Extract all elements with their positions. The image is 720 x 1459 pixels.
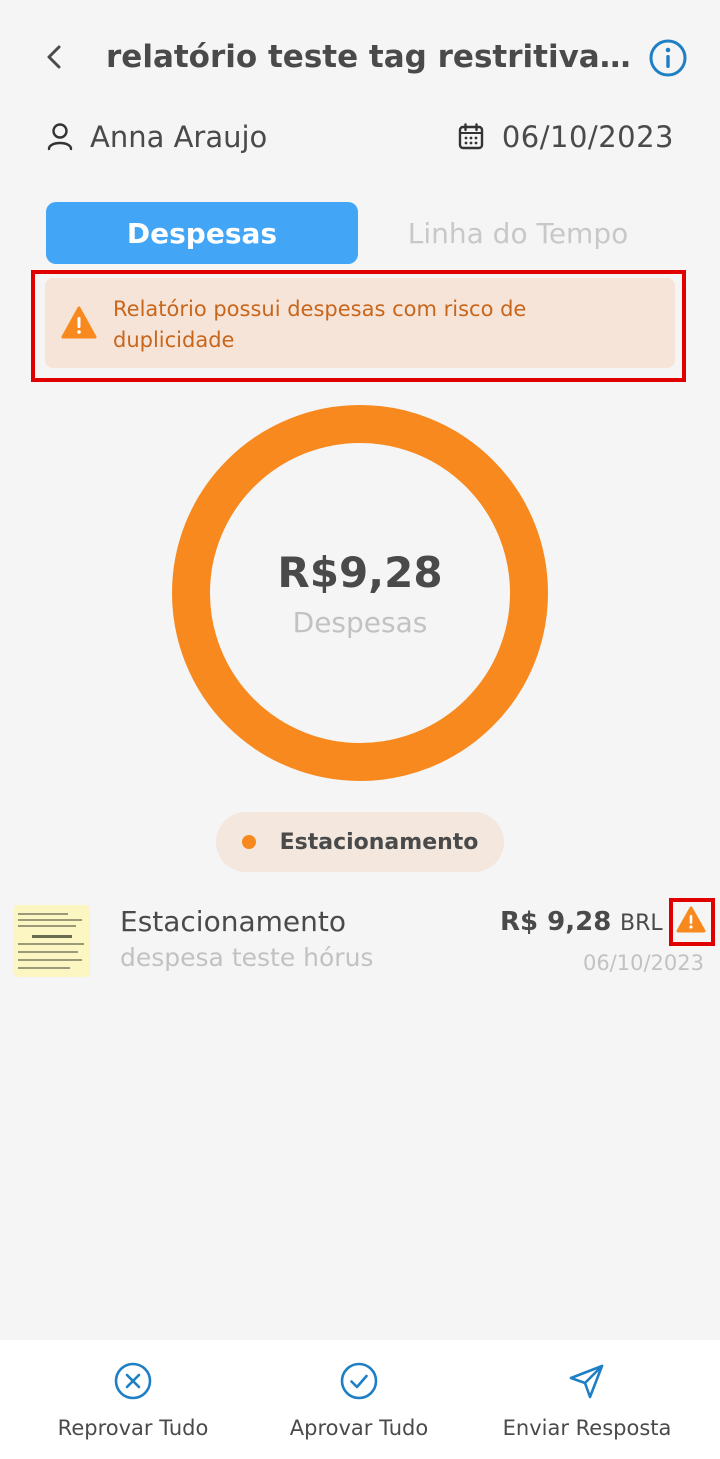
approve-all-label: Aprovar Tudo [289, 1416, 429, 1440]
tab-bar: Despesas Linha do Tempo [46, 202, 674, 264]
warning-icon [61, 306, 97, 339]
date-value: 06/10/2023 [501, 120, 674, 154]
send-icon [569, 1364, 604, 1399]
duplicity-alert: Relatório possui despesas com risco de d… [45, 278, 675, 368]
tab-linha-do-tempo[interactable]: Linha do Tempo [362, 202, 674, 264]
legend-label: Estacionamento [279, 829, 479, 855]
report-meta: Anna Araujo 06/10/2023 [0, 112, 720, 162]
x-circle-icon [114, 1362, 152, 1400]
user-name: Anna Araujo [90, 120, 268, 154]
check-circle-icon [340, 1362, 378, 1400]
expense-row[interactable]: Estacionamento despesa teste hórus R$ 9,… [0, 895, 720, 985]
bottom-action-bar: Reprovar Tudo Aprovar Tudo Enviar Respos… [0, 1340, 720, 1459]
alert-message: Relatório possui despesas com risco de d… [113, 297, 527, 352]
total-amount: R$9,28 [277, 548, 443, 597]
receipt-thumbnail [14, 905, 90, 977]
calendar-icon [458, 123, 484, 150]
approve-all-button[interactable]: Aprovar Tudo [270, 1340, 448, 1459]
chevron-left-icon [47, 45, 61, 69]
total-label: Despesas [292, 606, 428, 639]
report-owner: Anna Araujo [46, 112, 267, 162]
expense-description: despesa teste hórus [120, 943, 374, 972]
reject-all-button[interactable]: Reprovar Tudo [44, 1340, 222, 1459]
tab-despesas[interactable]: Despesas [46, 202, 358, 264]
expense-amount: R$ 9,28 [500, 907, 612, 937]
expense-name: Estacionamento [120, 905, 346, 938]
info-button[interactable] [648, 38, 688, 78]
page-title: relatório teste tag restritiva hórus [106, 39, 634, 75]
app-header: relatório teste tag restritiva hórus [0, 0, 720, 110]
legend-item-estacionamento[interactable]: Estacionamento [216, 812, 504, 872]
send-response-label: Enviar Resposta [502, 1416, 672, 1440]
user-icon [47, 123, 73, 151]
back-button[interactable] [36, 36, 72, 78]
expense-currency: BRL [620, 911, 663, 936]
legend-dot [241, 835, 256, 849]
send-response-button[interactable]: Enviar Resposta [486, 1340, 688, 1459]
report-date: 06/10/2023 [458, 112, 674, 162]
info-circle-icon [649, 39, 687, 77]
expense-date: 06/10/2023 [582, 951, 704, 975]
reject-all-label: Reprovar Tudo [57, 1416, 209, 1440]
warning-icon[interactable] [676, 906, 706, 934]
